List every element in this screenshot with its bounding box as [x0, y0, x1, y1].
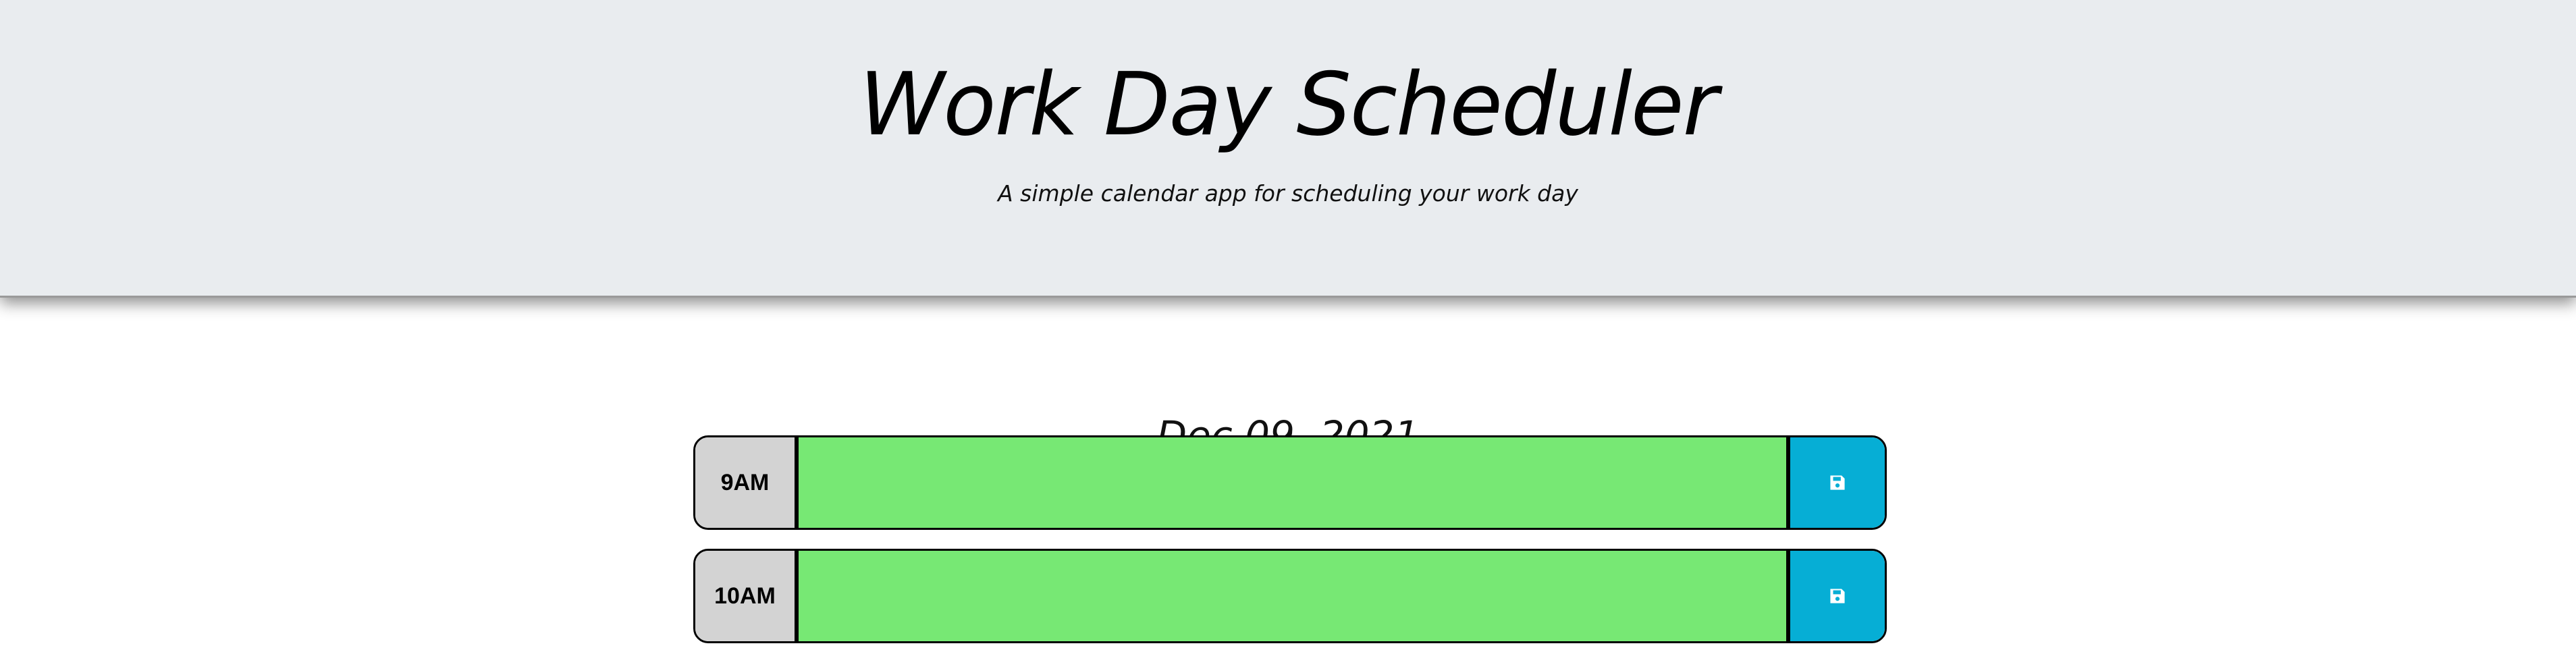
- event-description-input[interactable]: [799, 551, 1786, 641]
- hour-label: 10AM: [695, 551, 799, 641]
- event-description-input[interactable]: [799, 437, 1786, 528]
- save-button[interactable]: [1786, 551, 1885, 641]
- time-block-9am: 9AM: [693, 435, 1887, 530]
- save-button[interactable]: [1786, 437, 1885, 528]
- floppy-disk-icon: [1830, 475, 1845, 490]
- page-subtitle: A simple calendar app for scheduling you…: [998, 180, 1578, 207]
- page-title: Work Day Scheduler: [859, 55, 1719, 155]
- hour-label: 9AM: [695, 437, 799, 528]
- floppy-disk-icon: [1830, 589, 1845, 603]
- time-block-10am: 10AM: [693, 549, 1887, 643]
- header: Work Day Scheduler A simple calendar app…: [0, 0, 2576, 298]
